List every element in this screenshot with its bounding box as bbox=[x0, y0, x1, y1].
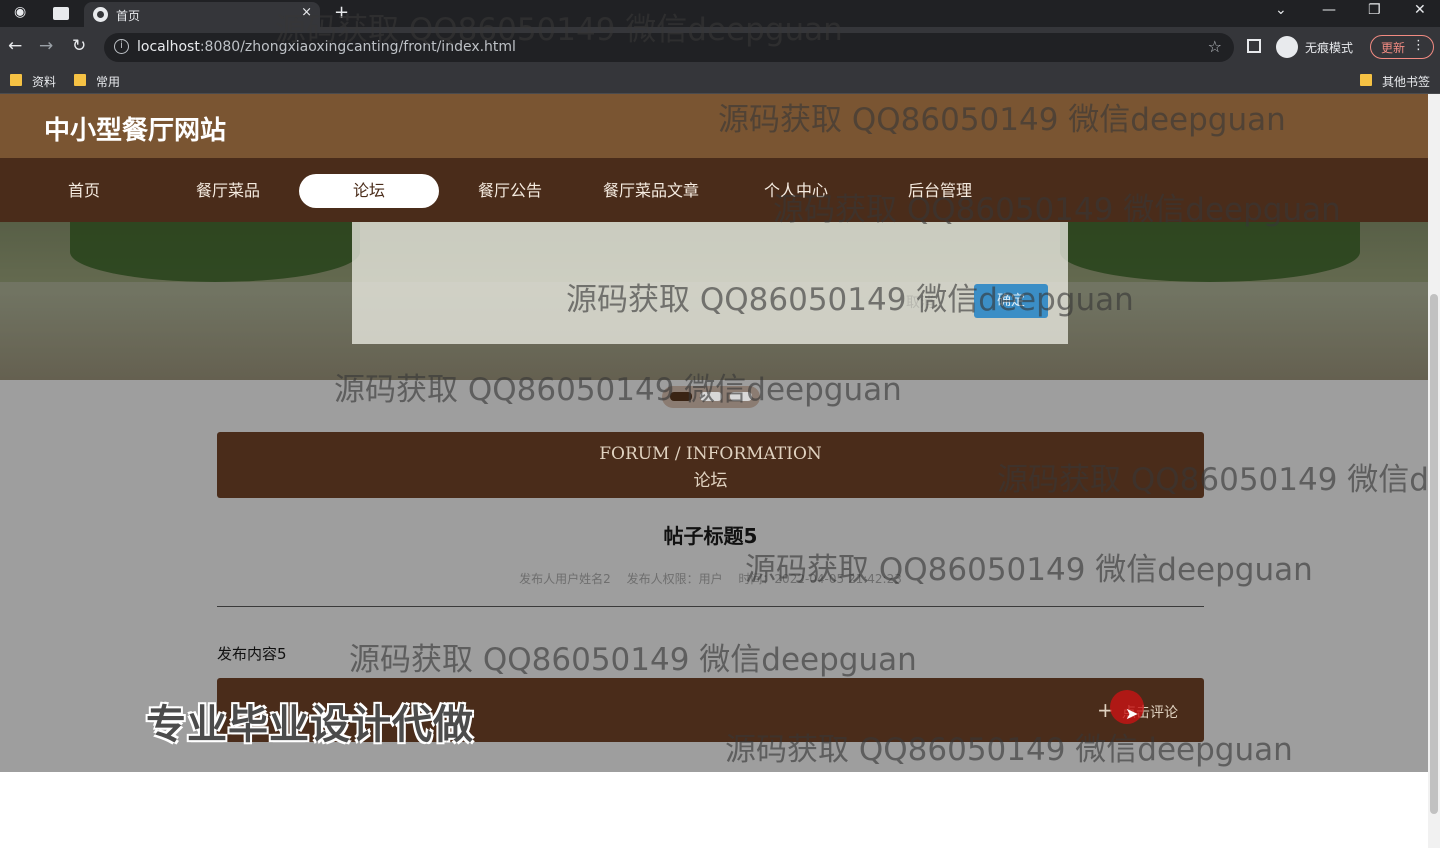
folder-icon bbox=[74, 74, 86, 86]
nav-item-admin[interactable]: 后台管理 bbox=[870, 174, 1010, 208]
bookmarks-bar: 资料 常用 其他书签 bbox=[0, 67, 1440, 94]
forward-icon[interactable]: → bbox=[39, 36, 53, 56]
page-viewport: 中小型餐厅网站 首页 餐厅菜品 论坛 餐厅公告 餐厅菜品文章 个人中心 后台管理… bbox=[0, 94, 1428, 848]
tab-search-icon[interactable]: ⌄ bbox=[1275, 2, 1287, 18]
reload-icon[interactable]: ↻ bbox=[72, 36, 86, 56]
url-text: localhost:8080/zhongxiaoxingcanting/fron… bbox=[137, 39, 516, 55]
carousel-dot[interactable] bbox=[700, 392, 722, 401]
globe-icon bbox=[93, 7, 108, 22]
tab-group-icon[interactable] bbox=[42, 3, 78, 25]
menu-icon[interactable]: ⋮ bbox=[1412, 38, 1425, 53]
update-label: 更新 bbox=[1381, 41, 1406, 55]
divider bbox=[217, 606, 1204, 607]
browser-tab-strip: ◉ 首页 × + ⌄ — ❐ ✕ bbox=[0, 0, 1440, 27]
post-content: 发布内容5 bbox=[217, 645, 287, 663]
folder-icon bbox=[10, 74, 22, 86]
mouse-cursor-icon: ➤ bbox=[1125, 704, 1139, 723]
minimize-icon[interactable]: — bbox=[1322, 2, 1336, 18]
ok-button[interactable]: 确定 bbox=[974, 284, 1048, 318]
bookmark-star-icon[interactable]: ☆ bbox=[1208, 37, 1222, 56]
post-meta: 发布人用户姓名2 发布人权限：用户 时间：2022-04-05 21:42:23 bbox=[217, 570, 1204, 587]
forum-heading-cn: 论坛 bbox=[693, 471, 728, 491]
tab-home[interactable]: 首页 × bbox=[84, 2, 320, 27]
incognito-icon bbox=[1276, 36, 1298, 58]
ad-overlay-text: 专业毕业设计代做 bbox=[146, 702, 474, 748]
side-panel-icon[interactable] bbox=[1247, 39, 1261, 53]
nav-item-notice[interactable]: 餐厅公告 bbox=[440, 174, 580, 208]
scrollbar-thumb[interactable] bbox=[1430, 294, 1438, 814]
update-button[interactable]: 更新 ⋮ bbox=[1370, 35, 1434, 59]
dialog: 取消 确定 bbox=[352, 222, 1068, 344]
cancel-button[interactable]: 取消 bbox=[906, 292, 934, 312]
post-role: 发布人权限：用户 bbox=[626, 572, 723, 586]
site-title: 中小型餐厅网站 bbox=[44, 116, 227, 146]
forum-heading: FORUM / INFORMATION 论坛 bbox=[217, 432, 1204, 498]
post-title: 帖子标题5 bbox=[663, 524, 758, 548]
site-header: 中小型餐厅网站 bbox=[0, 94, 1428, 158]
carousel-indicators bbox=[662, 386, 760, 408]
address-bar[interactable]: i localhost:8080/zhongxiaoxingcanting/fr… bbox=[104, 33, 1234, 62]
forum-heading-en: FORUM / INFORMATION bbox=[599, 444, 822, 464]
restore-icon[interactable]: ❐ bbox=[1368, 2, 1381, 18]
bookmark-label: 常用 bbox=[96, 75, 121, 89]
page-scrollbar[interactable] bbox=[1428, 94, 1440, 848]
tab-title: 首页 bbox=[116, 9, 141, 23]
window-close-icon[interactable]: ✕ bbox=[1414, 2, 1426, 18]
new-tab-button[interactable]: + bbox=[334, 2, 349, 23]
bookmark-label: 其他书签 bbox=[1382, 75, 1431, 89]
back-icon[interactable]: ← bbox=[8, 36, 22, 56]
folder-icon bbox=[1360, 74, 1372, 86]
bookmark-label: 资料 bbox=[32, 75, 57, 89]
carousel-dot[interactable] bbox=[730, 392, 752, 401]
incognito-label: 无痕模式 bbox=[1305, 41, 1354, 55]
nav-item-profile[interactable]: 个人中心 bbox=[726, 174, 866, 208]
nav-item-forum[interactable]: 论坛 bbox=[299, 174, 439, 208]
carousel-dot[interactable] bbox=[670, 392, 692, 401]
post-author: 发布人用户姓名2 bbox=[519, 572, 611, 586]
incognito-badge[interactable]: 无痕模式 bbox=[1276, 35, 1353, 59]
site-info-icon[interactable]: i bbox=[114, 39, 129, 54]
nav-item-home[interactable]: 首页 bbox=[14, 174, 154, 208]
browser-logo-icon[interactable]: ◉ bbox=[14, 4, 26, 20]
post-time: 时间：2022-04-05 21:42:23 bbox=[738, 572, 902, 586]
nav-item-articles[interactable]: 餐厅菜品文章 bbox=[581, 174, 721, 208]
site-nav: 首页 餐厅菜品 论坛 餐厅公告 餐厅菜品文章 个人中心 后台管理 bbox=[0, 158, 1428, 222]
nav-item-dishes[interactable]: 餐厅菜品 bbox=[158, 174, 298, 208]
close-icon[interactable]: × bbox=[301, 5, 312, 20]
browser-toolbar: ← → ↻ i localhost:8080/zhongxiaoxingcant… bbox=[0, 27, 1440, 67]
